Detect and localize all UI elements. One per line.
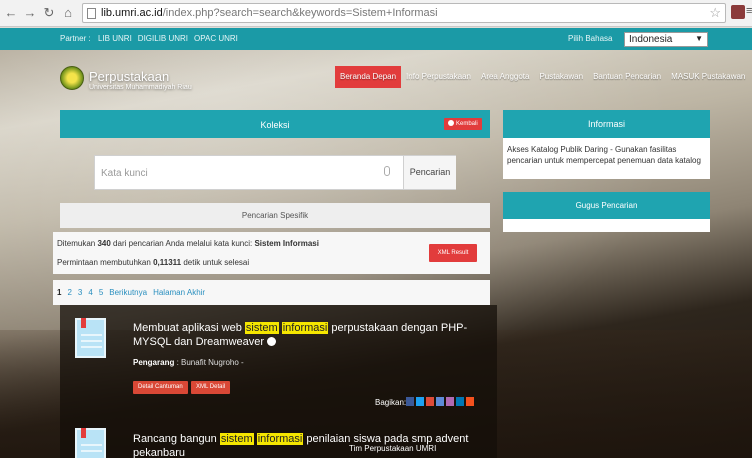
address-bar[interactable]: lib.umri.ac.id/index.php?search=search&k…	[82, 3, 726, 23]
koleksi-header: Koleksi Kembali	[60, 110, 490, 138]
result-author-1: Pengarang : Bunafit Nugroho -	[133, 358, 244, 367]
back-label: Kembali	[456, 121, 478, 127]
language-value: Indonesia	[629, 34, 673, 45]
facebook-icon[interactable]	[406, 397, 414, 406]
menu-icon[interactable]: ≡	[746, 5, 752, 17]
result-middle: dari pencarian Anda melalui kata kunci:	[110, 239, 255, 248]
url-path: /index.php?search=search&keywords=Sistem…	[162, 7, 438, 19]
partner-link-opac-unri[interactable]: OPAC UNRI	[194, 34, 238, 43]
footer-text: Tim Perpustakaan UMRI	[349, 444, 437, 453]
partner-label: Partner :	[60, 34, 91, 43]
reddit-icon[interactable]	[466, 397, 474, 406]
home-icon[interactable]: ⌂	[60, 3, 76, 23]
stumbleupon-icon[interactable]	[446, 397, 454, 406]
site-logo[interactable]	[60, 66, 84, 90]
highlight-term: sistem	[244, 322, 279, 334]
book-icon	[75, 318, 106, 358]
chevron-down-icon: ▼	[695, 34, 703, 43]
page-2[interactable]: 2	[67, 288, 71, 297]
info-header: Informasi	[503, 110, 710, 138]
nav-beranda-depan[interactable]: Beranda Depan	[335, 66, 402, 88]
time-prefix: Permintaan membutuhkan	[57, 258, 154, 267]
author-label: Pengarang	[133, 358, 175, 367]
highlight-term: sistem	[219, 433, 254, 445]
title-text: Membuat aplikasi web	[133, 322, 245, 334]
twitter-icon[interactable]	[416, 397, 424, 406]
koleksi-title: Koleksi	[260, 120, 290, 130]
pagination: 1 2 3 4 5 Berikutnya Halaman Akhir	[53, 280, 490, 305]
query-time-text: Permintaan membutuhkan 0,11311 detik unt…	[57, 258, 249, 267]
share-icons	[406, 397, 474, 406]
search-cluster-body	[503, 219, 710, 232]
search-box: Pencarian	[94, 155, 456, 190]
author-name: : Bunafit Nugroho -	[174, 358, 244, 367]
info-body: Akses Katalog Publik Daring - Gunakan fa…	[503, 138, 710, 179]
google-plus-icon[interactable]	[426, 397, 434, 406]
book-icon	[75, 428, 106, 458]
share-label: Bagikan:	[375, 398, 407, 407]
language-label: Pilih Bahasa	[568, 34, 613, 43]
partner-links: LIB UNRI DIGILIB UNRI OPAC UNRI	[98, 34, 238, 43]
page-icon	[87, 7, 96, 19]
time-value: 0,11311	[153, 258, 182, 267]
result-title-1[interactable]: Membuat aplikasi web sistem informasi pe…	[133, 321, 493, 349]
result-keywords: Sistem Informasi	[254, 239, 319, 248]
detail-record-button[interactable]: Detail Cantuman	[133, 381, 188, 394]
extension-icon[interactable]	[731, 5, 745, 19]
partner-link-lib-unri[interactable]: LIB UNRI	[98, 34, 132, 43]
nav-masuk-pustakawan[interactable]: MASUK Pustakawan	[666, 66, 750, 88]
page-1: 1	[57, 288, 62, 297]
page-last[interactable]: Halaman Akhir	[153, 288, 205, 297]
page-3[interactable]: 3	[78, 288, 82, 297]
site-title[interactable]: Perpustakaan	[89, 69, 169, 84]
info-icon[interactable]	[267, 337, 277, 346]
reload-icon[interactable]: ↻	[41, 3, 57, 23]
browser-toolbar: ← → ↻ ⌂ lib.umri.ac.id/index.php?search=…	[0, 0, 752, 27]
xml-result-button[interactable]: XML Result	[429, 244, 477, 262]
site-subtitle: Universitas Muhammadiyah Riau	[89, 84, 192, 91]
highlight-term: informasi	[281, 322, 329, 334]
back-icon[interactable]: ←	[3, 3, 19, 23]
partner-bar: Partner : LIB UNRI DIGILIB UNRI OPAC UNR…	[0, 28, 752, 50]
digg-icon[interactable]	[436, 397, 444, 406]
forward-icon[interactable]: →	[22, 3, 38, 23]
nav-bantuan-pencarian[interactable]: Bantuan Pencarian	[588, 66, 666, 88]
search-input[interactable]	[101, 165, 371, 181]
linkedin-icon[interactable]	[456, 397, 464, 406]
page-4[interactable]: 4	[88, 288, 92, 297]
partner-link-digilib-unri[interactable]: DIGILIB UNRI	[138, 34, 188, 43]
nav-info-perpustakaan[interactable]: Info Perpustakaan	[401, 66, 476, 88]
language-select[interactable]: Indonesia ▼	[624, 32, 708, 47]
page-next[interactable]: Berikutnya	[109, 288, 147, 297]
nav-area-anggota[interactable]: Area Anggota	[476, 66, 534, 88]
back-icon	[448, 120, 454, 126]
back-button[interactable]: Kembali	[444, 118, 482, 130]
result-summary: Ditemukan 340 dari pencarian Anda melalu…	[53, 232, 490, 274]
url-host: lib.umri.ac.id	[101, 7, 163, 19]
microphone-icon[interactable]	[384, 166, 390, 176]
specific-search-toggle[interactable]: Pencarian Spesifik	[60, 203, 490, 228]
result-count: 340	[97, 239, 111, 248]
time-suffix: detik untuk selesai	[181, 258, 250, 267]
bookmark-star-icon[interactable]: ☆	[709, 5, 721, 21]
nav-pustakawan[interactable]: Pustakawan	[534, 66, 588, 88]
search-button[interactable]: Pencarian	[403, 156, 456, 189]
page-5[interactable]: 5	[99, 288, 103, 297]
result-prefix: Ditemukan	[57, 239, 98, 248]
result-title-2[interactable]: Rancang bangun sistem informasi penilaia…	[133, 432, 493, 458]
main-nav: Beranda Depan Info Perpustakaan Area Ang…	[335, 66, 750, 88]
search-cluster-header: Gugus Pencarian	[503, 192, 710, 219]
xml-detail-button[interactable]: XML Detail	[191, 381, 231, 394]
title-text: Rancang bangun	[133, 433, 220, 445]
result-count-text: Ditemukan 340 dari pencarian Anda melalu…	[57, 239, 319, 248]
highlight-term: informasi	[256, 433, 304, 445]
